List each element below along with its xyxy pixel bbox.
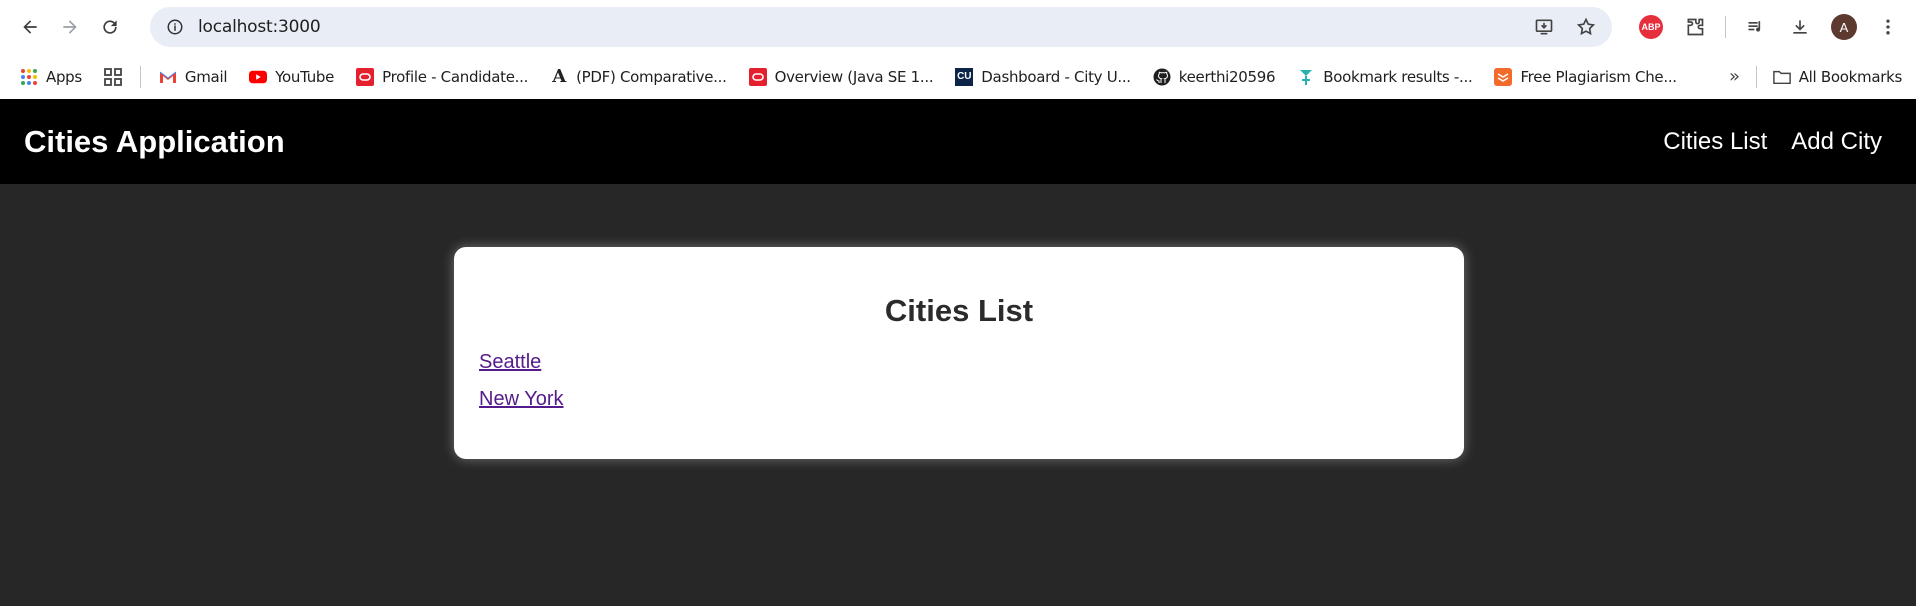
bookmark-label: Profile - Candidate... (382, 67, 529, 86)
bookmark-label: Apps (46, 67, 82, 86)
bookmark-label: Dashboard - City U... (981, 67, 1131, 86)
toolbar-divider (1725, 16, 1726, 38)
profile-avatar[interactable]: A (1824, 7, 1864, 47)
bookmark-youtube[interactable]: YouTube (249, 68, 334, 86)
bookmark-label: Bookmark results -... (1323, 67, 1473, 86)
more-menu-icon[interactable] (1868, 7, 1908, 47)
bookmark-pdf-comparative[interactable]: A (PDF) Comparative... (550, 66, 727, 87)
bookmark-label: Gmail (184, 67, 228, 86)
youtube-icon (249, 68, 268, 86)
folder-icon (1772, 68, 1791, 86)
bookmark-label: (PDF) Comparative... (576, 67, 727, 86)
adblock-extension-icon[interactable]: ABP (1631, 7, 1671, 47)
bookmark-github[interactable]: keerthi20596 (1153, 67, 1276, 86)
tab-groups-icon (104, 67, 122, 86)
all-bookmarks-button[interactable]: All Bookmarks (1772, 67, 1903, 86)
github-icon (1153, 68, 1171, 86)
app-header: Cities Application Cities List Add City (0, 99, 1916, 184)
bookmark-label: Overview (Java SE 1... (774, 67, 934, 86)
media-controls-icon[interactable] (1736, 7, 1776, 47)
bookmark-label: keerthi20596 (1178, 67, 1276, 86)
url-text[interactable]: localhost:3000 (198, 17, 1530, 37)
bookmark-results-icon (1297, 68, 1315, 86)
reload-button[interactable] (90, 7, 130, 47)
bookmarks-overflow-icon[interactable]: » (1729, 66, 1740, 87)
downloads-icon[interactable] (1780, 7, 1820, 47)
bookmark-results[interactable]: Bookmark results -... (1297, 67, 1473, 86)
app-title: Cities Application (24, 123, 285, 159)
main-content: Cities List Seattle New York (0, 184, 1916, 606)
gmail-icon (159, 68, 177, 86)
bookmarks-divider (139, 65, 141, 88)
bookmark-label: Free Plagiarism Che... (1520, 67, 1677, 86)
forward-button[interactable] (50, 7, 90, 47)
bookmark-gmail[interactable]: Gmail (159, 68, 227, 86)
cu-icon: CU (955, 67, 974, 86)
bookmarks-divider (1755, 65, 1757, 88)
bookmark-profile-candidate[interactable]: Profile - Candidate... (356, 67, 529, 86)
cities-card: Cities List Seattle New York (454, 247, 1464, 459)
nav-cities-list[interactable]: Cities List (1663, 128, 1767, 156)
address-bar[interactable]: localhost:3000 (150, 7, 1612, 47)
back-button[interactable] (10, 7, 50, 47)
all-bookmarks-label: All Bookmarks (1798, 67, 1903, 86)
bookmark-star-icon[interactable] (1572, 13, 1600, 41)
city-link-new-york[interactable]: New York (479, 388, 1439, 411)
academia-icon: A (552, 66, 566, 87)
bookmark-dashboard-city[interactable]: CU Dashboard - City U... (955, 67, 1131, 86)
nav-add-city[interactable]: Add City (1791, 128, 1882, 156)
bookmark-apps[interactable]: Apps (20, 68, 82, 86)
bookmark-plagiarism[interactable]: Free Plagiarism Che... (1494, 67, 1677, 86)
reload-icon (103, 20, 117, 34)
arrow-right-icon (63, 20, 77, 34)
plagiarism-icon (1494, 67, 1513, 86)
arrow-left-icon (23, 20, 37, 34)
bookmark-tab-groups[interactable] (104, 67, 122, 86)
city-link-seattle[interactable]: Seattle (479, 351, 1439, 374)
install-app-icon[interactable] (1530, 13, 1558, 41)
extensions-puzzle-icon[interactable] (1675, 7, 1715, 47)
bookmarks-bar: Apps Gmail YouTube Profile - Candidate..… (0, 54, 1916, 99)
oracle-icon (748, 67, 767, 86)
apps-grid-icon (20, 68, 38, 86)
bookmark-overview-java[interactable]: Overview (Java SE 1... (748, 67, 934, 86)
bookmark-label: YouTube (275, 67, 335, 86)
browser-toolbar: localhost:3000 ABP A (0, 0, 1916, 54)
app-nav: Cities List Add City (1663, 128, 1882, 156)
card-heading: Cities List (884, 293, 1034, 328)
oracle-icon (356, 67, 375, 86)
site-info-icon[interactable] (164, 16, 186, 38)
